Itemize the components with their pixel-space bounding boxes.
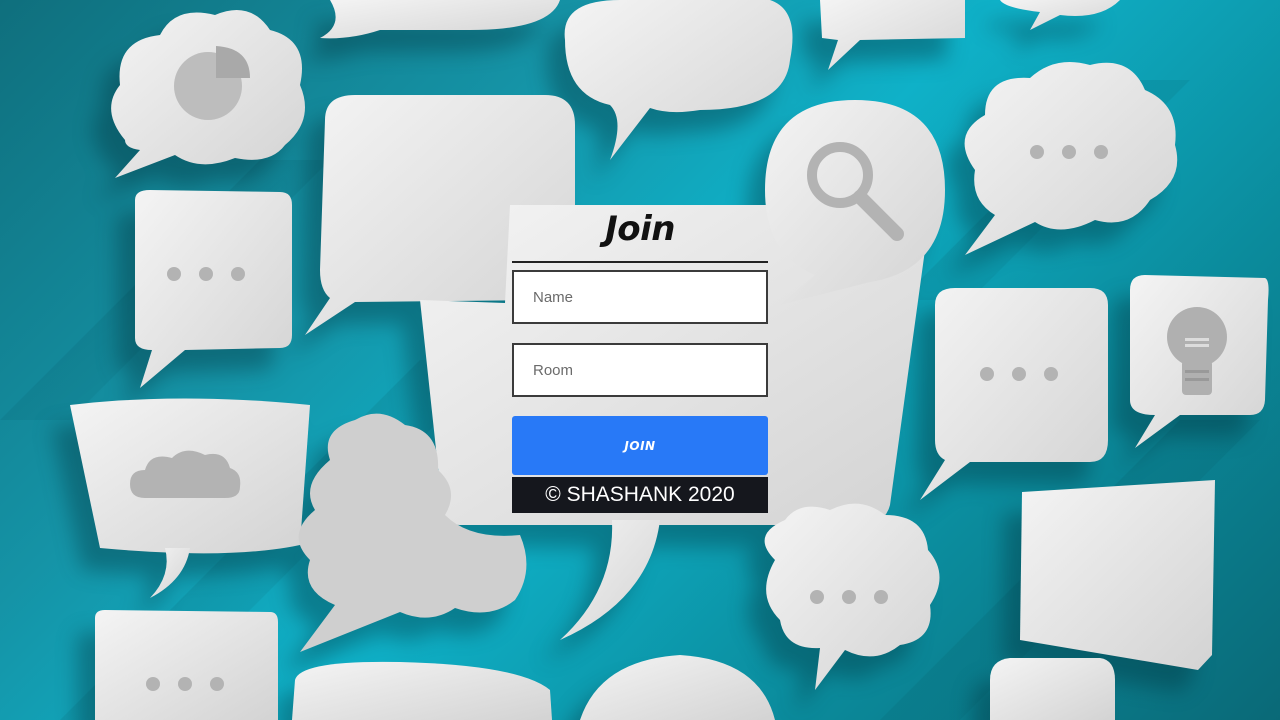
join-button[interactable]: JOIN [512,416,768,475]
ellipsis-icon [980,367,1058,381]
copyright-footer: © SHASHANK 2020 [512,477,768,513]
ellipsis-icon [1030,145,1108,159]
ellipsis-icon [810,590,888,604]
room-input[interactable] [512,343,768,397]
ellipsis-icon [167,267,245,281]
name-input[interactable] [512,270,768,324]
ellipsis-icon [146,677,224,691]
title-divider [512,261,768,263]
form-title: Join [605,209,675,249]
